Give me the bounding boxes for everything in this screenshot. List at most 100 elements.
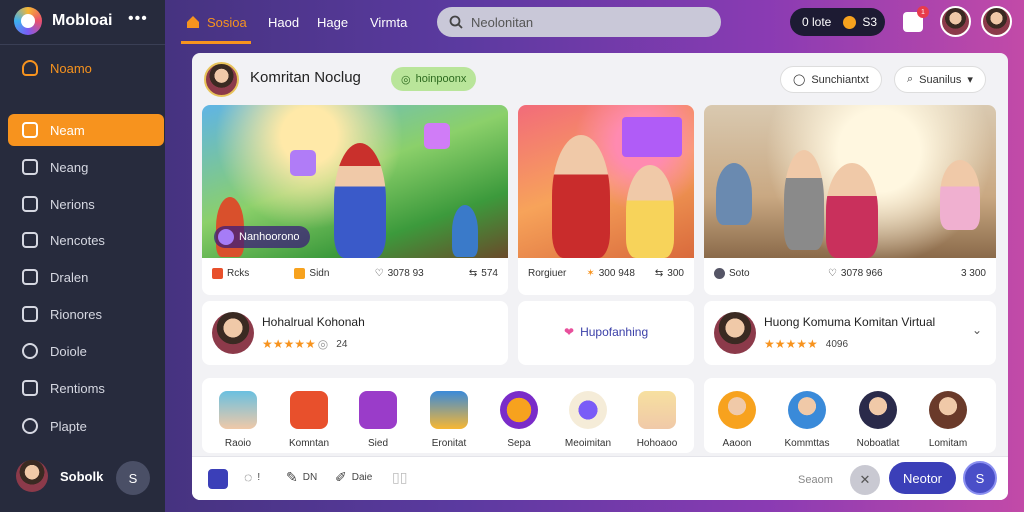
avatar[interactable] (940, 6, 971, 37)
search-input[interactable] (471, 14, 701, 30)
status-badge[interactable]: ◎ hoinpoonx (391, 67, 477, 91)
profile-card[interactable]: Hohalrual Kohonah ★★★★★ ◎ 24 (202, 301, 508, 365)
avatar (212, 312, 254, 354)
person-figure (716, 163, 752, 225)
contact-label: Aaoon (722, 438, 752, 449)
chevron-down-icon[interactable]: ⌄ (972, 323, 982, 337)
stat: Rcks (212, 268, 249, 279)
app-icon (500, 391, 538, 429)
bottom-bar: ◌! ✎ DN ✐ Daie ▯▯ Seaom ✕ (192, 456, 1008, 500)
chat-button[interactable]: ◌! (244, 469, 260, 485)
more-icon[interactable]: ••• (128, 10, 148, 28)
balance-value: S3 (862, 15, 878, 29)
pause-button[interactable]: ▯▯ (392, 469, 407, 486)
app-label: Meoimitan (564, 438, 612, 449)
stat-value: 300 (667, 268, 684, 279)
search-button[interactable]: ⌕ Suanilus ▾ (894, 66, 986, 93)
app-tile[interactable]: Raoio (208, 391, 268, 449)
app-icon (638, 391, 676, 429)
contact-tile[interactable]: Aaoon (707, 391, 767, 449)
sidebar-item-plapte[interactable]: Plapte (8, 410, 164, 442)
profile-card[interactable]: Huong Komuma Komitan Virtual ★★★★★ 4096 ⌄ (704, 301, 996, 365)
sidebar-item-nerions[interactable]: Nerions (8, 188, 164, 220)
sidebar-item-rentioms[interactable]: Rentioms (8, 372, 164, 404)
tab-sosioa[interactable]: Sosioa (181, 0, 251, 44)
card-stats: Rcks Sidn ♡ 3078 93 ⇆ 574 (212, 268, 498, 279)
app-label: Raoio (224, 438, 252, 449)
app-tile[interactable]: Eronitat (419, 391, 479, 449)
brand[interactable]: Mobloai (14, 6, 112, 36)
avatar (714, 312, 756, 354)
profile-name: Hohalrual Kohonah (262, 315, 365, 329)
media-card[interactable]: Nanhoorono Rcks Sidn ♡ 3078 93 ⇆ 574 (202, 105, 508, 295)
stat-value: Soto (729, 268, 750, 279)
edit-icon (22, 159, 38, 175)
calendar-icon (22, 232, 38, 248)
contact-tile[interactable]: Kommttas (777, 391, 837, 449)
sidebar-item-dralen[interactable]: Dralen (8, 261, 164, 293)
sidebar-item-neam[interactable]: Neam (8, 114, 164, 146)
rating-stars: ★★★★★ ◎ 24 (262, 337, 348, 351)
contact-tile[interactable]: Lomitam (918, 391, 978, 449)
tab-hage[interactable]: Hage (317, 0, 348, 44)
page-title: Komritan Noclug (250, 69, 361, 86)
app-tile[interactable]: Komntan (279, 391, 339, 449)
app-label: Hohoaoo (636, 438, 678, 449)
avatar (859, 391, 897, 429)
user-profile[interactable]: Sobolk (16, 460, 103, 492)
settings-icon (22, 380, 38, 396)
stat: 3 300 (961, 268, 986, 279)
button-label: DN (302, 472, 318, 483)
avatar[interactable] (204, 62, 239, 97)
avatar[interactable] (981, 6, 1012, 37)
chart-icon (22, 269, 38, 285)
main-panel: Komritan Noclug ◎ hoinpoonx ◯ Sunchiantx… (192, 53, 1008, 500)
notification-bell-icon[interactable]: 1 (903, 6, 929, 32)
chat-button[interactable]: ◯ Sunchiantxt (780, 66, 882, 93)
close-icon[interactable]: ✕ (850, 465, 880, 495)
list-icon (22, 306, 38, 322)
apps-button[interactable] (208, 469, 228, 489)
sidebar-item-label: Noamo (50, 60, 92, 76)
app-tile[interactable]: Sepa (489, 391, 549, 449)
date-button[interactable]: ✐ Daie (335, 469, 372, 486)
sidebar-item-label: Nencotes (50, 232, 105, 248)
sidebar-item-neang[interactable]: Neang (8, 151, 164, 183)
media-card[interactable]: Soto ♡ 3078 966 3 300 (704, 105, 996, 295)
app-tile[interactable]: Meoimitan (558, 391, 618, 449)
stat: ✶ 300 948 (586, 268, 635, 279)
sidebar-item-doiole[interactable]: Doiole (8, 335, 164, 367)
sidebar-item-nencotes[interactable]: Nencotes (8, 224, 164, 256)
primary-button[interactable]: Neotor (889, 462, 956, 494)
media-card[interactable]: Rorgiuer ✶ 300 948 ⇆ 300 (518, 105, 694, 295)
user-switch-button[interactable]: S (116, 461, 150, 495)
balance-pill[interactable]: 0 lote S3 (790, 8, 885, 36)
search-label[interactable]: Seaom (798, 474, 833, 486)
stat: ♡ 3078 966 (828, 268, 883, 279)
dn-button[interactable]: ✎ DN (286, 469, 317, 486)
sidebar-item-rionores[interactable]: Rionores (8, 298, 164, 330)
game-cube-icon (290, 150, 316, 176)
stat: Soto (714, 268, 750, 279)
stat-value: 3078 93 (387, 268, 424, 279)
stat: Sidn (294, 268, 329, 279)
profile-card[interactable]: ❤ Hupofanhing (518, 301, 694, 365)
button-label: Suanilus (919, 73, 962, 86)
tab-haod[interactable]: Haod (268, 0, 299, 44)
sidebar-item-home[interactable]: Noamo (8, 52, 164, 84)
heart-icon: ❤ (564, 325, 575, 339)
person-figure (626, 165, 674, 258)
app-icon (290, 391, 328, 429)
contact-tile[interactable]: Noboatlat (848, 391, 908, 449)
user-name: Sobolk (60, 468, 104, 484)
action-button[interactable]: S (963, 461, 997, 495)
tab-virmta[interactable]: Virmta (370, 0, 407, 44)
app-tile[interactable]: Sied (348, 391, 408, 449)
search-bar[interactable] (437, 7, 721, 37)
tab-label: Hage (317, 14, 349, 30)
app-tile[interactable]: Hohoaoo (627, 391, 687, 449)
heart-icon (218, 229, 234, 245)
app-logo (14, 7, 42, 35)
screen-image (622, 117, 682, 157)
stat-value: 300 948 (598, 268, 635, 279)
